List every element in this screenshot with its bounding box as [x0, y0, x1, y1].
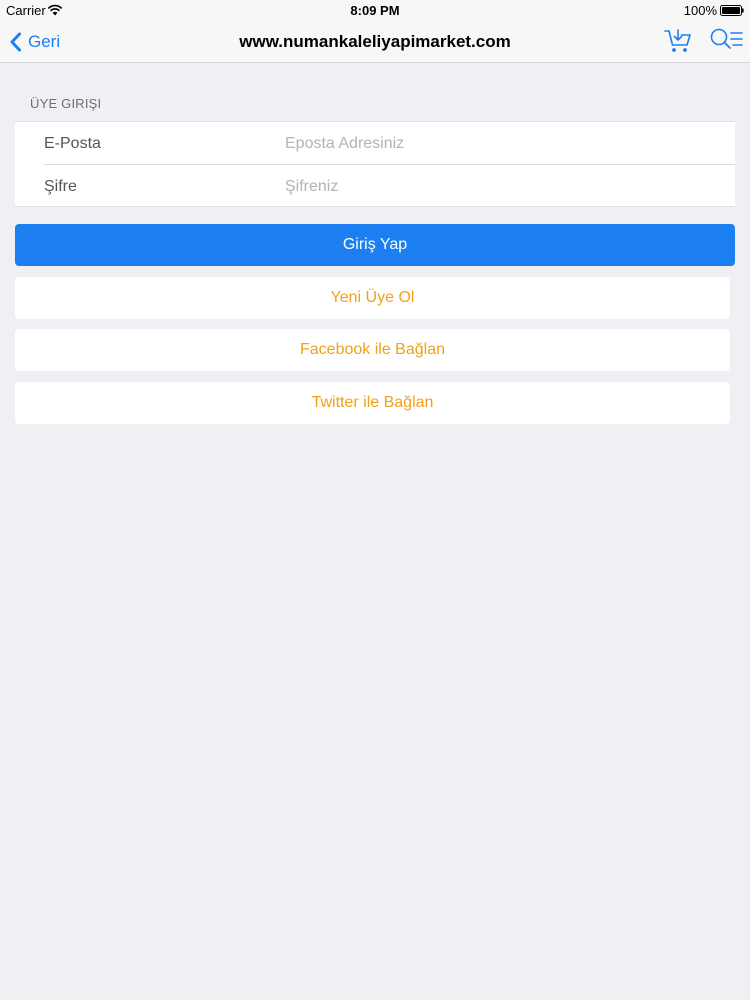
battery-percentage: 100%	[683, 3, 717, 18]
password-label: Şifre	[44, 178, 77, 195]
page-title: www.numankaleliyapimarket.com	[239, 32, 511, 51]
register-button[interactable]: Yeni Üye Ol	[15, 277, 730, 319]
back-label: Geri	[28, 32, 61, 51]
navigation-bar: Geri www.numankaleliyapimarket.com	[0, 20, 750, 63]
login-form: E-Posta Şifre	[15, 121, 735, 207]
back-button[interactable]: Geri	[9, 29, 60, 55]
battery-icon	[720, 5, 744, 16]
status-time: 8:09 PM	[350, 3, 400, 18]
email-field[interactable]	[285, 130, 725, 158]
password-field[interactable]	[285, 173, 725, 201]
email-label: E-Posta	[44, 135, 101, 152]
status-bar: Carrier 8:09 PM 100%	[0, 0, 750, 20]
login-button[interactable]: Giriş Yap	[15, 224, 735, 266]
chevron-left-icon	[10, 32, 21, 52]
facebook-connect-button[interactable]: Facebook ile Bağlan	[15, 329, 730, 371]
email-row: E-Posta	[15, 122, 735, 165]
password-row: Şifre	[15, 165, 735, 208]
twitter-connect-button[interactable]: Twitter ile Bağlan	[15, 382, 730, 424]
cart-icon[interactable]	[664, 28, 692, 54]
search-menu-icon[interactable]	[709, 27, 743, 53]
section-header-member-login: ÜYE GIRIŞI	[30, 96, 102, 111]
